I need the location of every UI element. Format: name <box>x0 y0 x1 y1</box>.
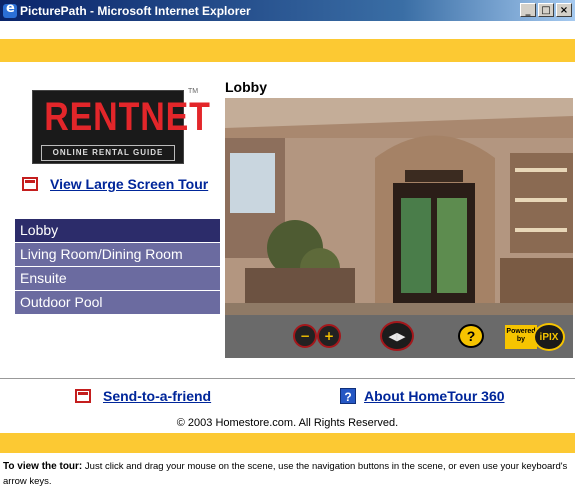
lobby-panorama-image <box>225 98 573 315</box>
rentnet-logo: RENTNET ONLINE RENTAL GUIDE <box>32 90 211 164</box>
copyright-text: © 2003 Homestore.com. All Rights Reserve… <box>176 417 399 429</box>
zoom-out-button[interactable]: − <box>293 324 317 348</box>
window-icon <box>22 177 38 191</box>
minimize-button[interactable]: _ <box>520 3 536 17</box>
close-button[interactable]: × <box>556 3 572 17</box>
navigate-arrows-icon: ◀▶ <box>388 329 406 343</box>
send-to-friend-link[interactable]: Send-to-a-friend <box>103 388 211 404</box>
instructions-body: Just click and drag your mouse on the sc… <box>3 461 568 487</box>
about-hometour[interactable]: ? About HomeTour 360 <box>340 388 505 404</box>
ipix-logo: iPIX <box>533 323 565 351</box>
zoom-in-button[interactable]: + <box>317 324 341 348</box>
logo-trademark: TM <box>188 88 199 95</box>
window-title: PicturePath - Microsoft Internet Explore… <box>20 3 251 18</box>
window-title-bar[interactable]: PicturePath - Microsoft Internet Explore… <box>0 0 575 21</box>
tour-instructions: To view the tour: Just click and drag yo… <box>3 459 571 489</box>
about-hometour-link[interactable]: About HomeTour 360 <box>364 388 505 404</box>
scene-item-outdoor-pool[interactable]: Outdoor Pool <box>15 291 220 314</box>
send-to-friend[interactable]: Send-to-a-friend <box>75 388 211 404</box>
large-screen-tour-link[interactable]: View Large Screen Tour <box>50 176 208 192</box>
tour-viewer[interactable]: − + ◀▶ ? Powered by iPIX <box>225 98 573 358</box>
powered-by-ipix[interactable]: Powered by iPIX <box>505 323 565 351</box>
divider <box>0 378 575 379</box>
scene-list: Lobby Living Room/Dining Room Ensuite Ou… <box>15 219 220 315</box>
scene-item-lobby[interactable]: Lobby <box>15 219 220 242</box>
maximize-button[interactable]: □ <box>538 3 554 17</box>
scene-item-living-dining[interactable]: Living Room/Dining Room <box>15 243 220 266</box>
logo-tagline: ONLINE RENTAL GUIDE <box>41 145 175 161</box>
send-icon <box>75 389 91 403</box>
question-mark-icon: ? <box>466 328 476 344</box>
window-controls: _ □ × <box>520 3 572 17</box>
help-icon: ? <box>340 388 356 404</box>
footer-band <box>0 433 575 453</box>
large-screen-tour[interactable]: View Large Screen Tour <box>22 176 208 192</box>
zoom-in-icon: + <box>323 329 335 343</box>
viewer-control-bar: − + ◀▶ ? Powered by iPIX <box>225 315 573 358</box>
panorama-view[interactable] <box>225 98 573 315</box>
help-button[interactable]: ? <box>458 324 484 348</box>
navigate-button[interactable]: ◀▶ <box>380 321 414 351</box>
instructions-lead: To view the tour: <box>3 461 83 472</box>
zoom-out-icon: − <box>299 329 311 343</box>
ie-logo-icon <box>3 1 17 18</box>
scene-title: Lobby <box>225 79 267 95</box>
logo-brand-text: RENTNET <box>44 95 211 139</box>
scene-item-ensuite[interactable]: Ensuite <box>15 267 220 290</box>
header-band <box>0 39 575 62</box>
